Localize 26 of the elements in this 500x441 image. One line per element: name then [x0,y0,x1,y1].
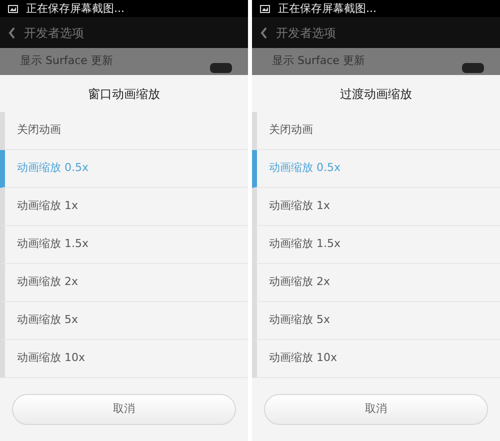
dialog-title: 窗口动画缩放 [88,86,160,102]
picture-icon [260,4,270,12]
option-item[interactable]: 动画缩放 1.5x [0,226,248,264]
option-item[interactable]: 动画缩放 2x [0,264,248,302]
setting-label: 显示 Surface 更新 [20,53,113,70]
back-icon[interactable] [260,26,268,38]
picture-icon [8,4,18,12]
dialog-title: 过渡动画缩放 [340,86,412,102]
status-text: 正在保存屏幕截图... [278,3,376,14]
cancel-button[interactable]: 取消 [264,394,488,425]
back-icon[interactable] [8,26,16,38]
option-item[interactable]: 动画缩放 10x [0,340,248,378]
status-text: 正在保存屏幕截图... [26,3,124,14]
option-item[interactable]: 动画缩放 5x [252,302,500,340]
option-item[interactable]: 关闭动画 [252,112,500,150]
option-item[interactable]: 动画缩放 1x [0,188,248,226]
header-title: 开发者选项 [276,24,336,42]
header-title: 开发者选项 [24,24,84,42]
option-item[interactable]: 动画缩放 2x [252,264,500,302]
option-item[interactable]: 动画缩放 5x [0,302,248,340]
setting-label: 显示 Surface 更新 [272,53,365,70]
option-item[interactable]: 动画缩放 1x [252,188,500,226]
option-item[interactable]: 动画缩放 10x [252,340,500,378]
cancel-button[interactable]: 取消 [12,394,236,425]
option-item[interactable]: 动画缩放 1.5x [252,226,500,264]
option-item[interactable]: 关闭动画 [0,112,248,150]
